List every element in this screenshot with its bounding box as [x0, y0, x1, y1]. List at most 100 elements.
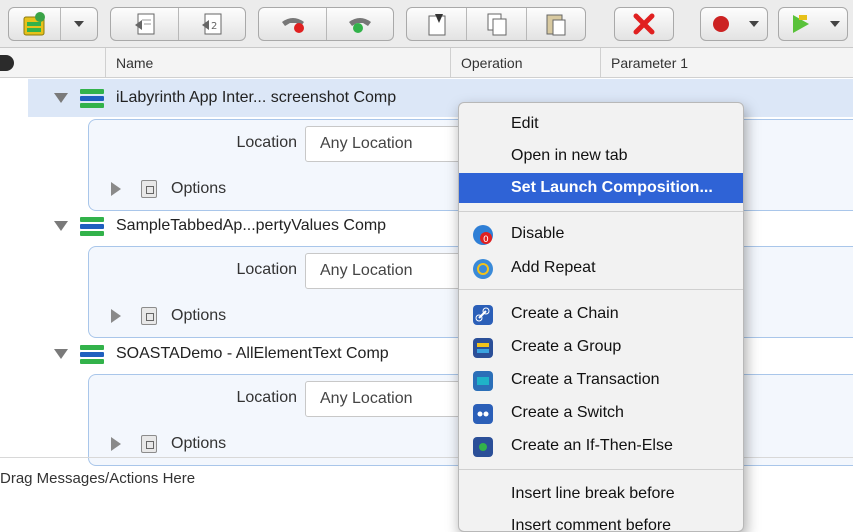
record-mode-group [700, 7, 768, 41]
play-group [778, 7, 848, 41]
disclosure-collapsed-icon[interactable] [111, 437, 121, 451]
options-label: Options [171, 180, 227, 197]
svg-text:2: 2 [211, 21, 217, 32]
location-select[interactable]: Any Location [305, 253, 465, 289]
menu-item-create-transaction[interactable]: Create a Transaction [459, 365, 743, 395]
options-icon [141, 435, 157, 453]
properties-icon [428, 14, 446, 36]
location-label: Location [236, 134, 298, 151]
new-composition-icon [23, 12, 46, 36]
location-label: Location [236, 389, 298, 406]
record-button[interactable] [701, 8, 742, 40]
menu-item-insert-line-break[interactable]: Insert line break before [459, 479, 743, 509]
script-group: 2 [110, 7, 246, 41]
script-forward-button[interactable]: 2 [178, 8, 245, 40]
new-composition-dropdown[interactable] [59, 8, 97, 40]
paste-button[interactable] [525, 8, 585, 40]
copy-button[interactable] [466, 8, 525, 40]
drop-zone-hint[interactable]: Drag Messages/Actions Here [0, 470, 195, 487]
delete-button[interactable] [615, 8, 673, 40]
script-forward-icon: 2 [202, 13, 222, 35]
menu-item-label: Create a Group [511, 338, 622, 355]
start-record-button[interactable] [326, 8, 393, 40]
options-label: Options [171, 307, 227, 324]
chevron-down-icon [830, 21, 840, 27]
menu-item-label: Add Repeat [511, 259, 596, 276]
menu-item-create-switch[interactable]: Create a Switch [459, 398, 743, 428]
record-dropdown[interactable] [742, 8, 767, 40]
context-menu: Edit Open in new tab Set Launch Composit… [458, 102, 744, 532]
chevron-down-icon [73, 21, 84, 27]
switch-icon [473, 404, 493, 424]
component-title: SampleTabbedAp...pertyValues Comp [116, 217, 387, 234]
play-dropdown[interactable] [823, 8, 847, 40]
copy-icon [487, 13, 506, 36]
menu-item-label: Create a Chain [511, 305, 619, 322]
chevron-down-icon [749, 21, 760, 27]
record-icon [713, 16, 730, 32]
delete-x-icon [633, 13, 655, 35]
play-flag-icon [793, 15, 809, 33]
column-operation[interactable]: Operation [450, 48, 600, 78]
disclosure-collapsed-icon[interactable] [111, 182, 121, 196]
options-row[interactable]: Options [111, 431, 226, 457]
script-back-icon [134, 13, 154, 35]
menu-separator [459, 289, 743, 290]
menu-item-label: Disable [511, 225, 565, 242]
column-name[interactable]: Name [105, 48, 450, 78]
menu-item-label: Create a Transaction [511, 371, 660, 388]
column-header: Name Operation Parameter 1 [0, 48, 853, 78]
row-marker [0, 55, 14, 71]
location-select[interactable]: Any Location [305, 126, 465, 162]
disclosure-expanded-icon[interactable] [54, 221, 68, 231]
menu-item-add-repeat[interactable]: Add Repeat [459, 253, 743, 283]
record-group [258, 7, 394, 41]
paste-icon [546, 14, 566, 36]
phone-record-icon [281, 18, 304, 33]
menu-separator [459, 211, 743, 212]
menu-item-label: Create an If-Then-Else [511, 437, 673, 454]
options-icon [141, 307, 157, 325]
menu-item-open-new-tab[interactable]: Open in new tab [459, 141, 743, 171]
script-back-button[interactable] [111, 8, 178, 40]
options-row[interactable]: Options [111, 303, 226, 329]
composition-icon [80, 88, 104, 108]
new-composition-button[interactable] [9, 8, 60, 40]
menu-item-insert-comment[interactable]: Insert comment before [459, 511, 743, 531]
toolbar: 2 [0, 0, 853, 48]
delete-group [614, 7, 674, 41]
svg-text:0: 0 [483, 235, 489, 245]
properties-button[interactable] [407, 8, 466, 40]
edit-group [406, 7, 586, 41]
column-parameter-1[interactable]: Parameter 1 [600, 48, 853, 78]
menu-item-set-launch-composition[interactable]: Set Launch Composition... [459, 173, 743, 203]
repeat-icon [473, 259, 493, 279]
new-composition-group [8, 7, 98, 41]
disclosure-collapsed-icon[interactable] [111, 309, 121, 323]
disclosure-expanded-icon[interactable] [54, 93, 68, 103]
menu-item-disable[interactable]: 0 Disable [459, 219, 743, 249]
group-icon [473, 338, 493, 358]
options-row[interactable]: Options [111, 176, 226, 202]
options-icon [141, 180, 157, 198]
component-title: SOASTADemo - AllElementText Comp [116, 345, 389, 362]
component-title: iLabyrinth App Inter... screenshot Comp [116, 89, 397, 106]
phone-play-icon [349, 18, 371, 33]
if-then-else-icon [473, 437, 493, 457]
disclosure-expanded-icon[interactable] [54, 349, 68, 359]
transaction-icon [473, 371, 493, 391]
disable-icon: 0 [473, 225, 493, 245]
menu-item-label: Create a Switch [511, 404, 624, 421]
play-button[interactable] [779, 8, 823, 40]
stop-record-button[interactable] [259, 8, 326, 40]
chain-icon [473, 305, 493, 325]
menu-item-create-if-then-else[interactable]: Create an If-Then-Else [459, 431, 743, 461]
menu-separator [459, 469, 743, 470]
composition-icon [80, 344, 104, 364]
location-select[interactable]: Any Location [305, 381, 465, 417]
menu-item-create-group[interactable]: Create a Group [459, 332, 743, 362]
menu-item-edit[interactable]: Edit [459, 109, 743, 139]
options-label: Options [171, 435, 227, 452]
menu-item-create-chain[interactable]: Create a Chain [459, 299, 743, 329]
composition-icon [80, 216, 104, 236]
